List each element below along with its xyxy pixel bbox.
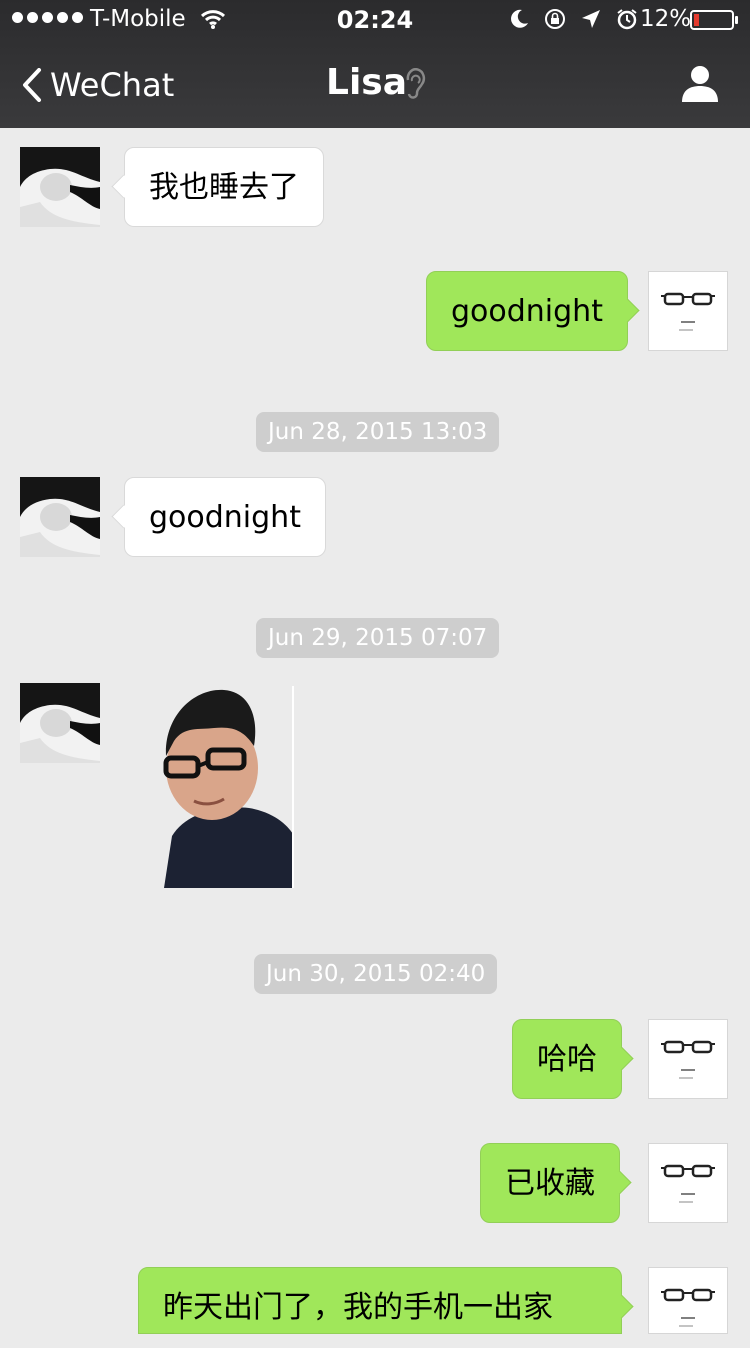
received-message-bubble[interactable]: goodnight — [124, 477, 326, 557]
my-avatar[interactable] — [648, 271, 728, 351]
location-arrow-icon — [582, 10, 600, 28]
contact-avatar[interactable] — [20, 683, 100, 763]
rotation-lock-icon — [545, 9, 565, 29]
battery-percentage: 12% — [640, 6, 692, 32]
my-avatar[interactable] — [648, 1143, 728, 1223]
timestamp-label: Jun 30, 2015 02:40 — [254, 954, 498, 994]
sent-message-bubble[interactable]: goodnight — [426, 271, 628, 351]
received-image-message[interactable] — [124, 686, 294, 888]
my-avatar[interactable] — [648, 1019, 728, 1099]
battery-icon — [690, 10, 738, 30]
contact-profile-button[interactable] — [680, 64, 720, 102]
top-bar: T-Mobile 02:24 12% WeChat Lisa — [0, 0, 750, 128]
contact-avatar[interactable] — [20, 477, 100, 557]
back-label: WeChat — [50, 66, 175, 104]
contact-avatar[interactable] — [20, 147, 100, 227]
back-button[interactable]: WeChat — [22, 66, 174, 104]
chat-title: Lisa — [326, 62, 407, 103]
chevron-left-icon — [23, 68, 41, 102]
timestamp-label: Jun 28, 2015 13:03 — [256, 412, 500, 452]
sent-message-bubble[interactable]: 昨天出门了，我的手机一出家 — [138, 1267, 622, 1334]
alarm-icon — [617, 9, 637, 30]
status-bar: T-Mobile 02:24 12% — [0, 0, 750, 40]
timestamp-label: Jun 29, 2015 07:07 — [256, 618, 500, 658]
ear-icon — [406, 68, 426, 99]
navigation-bar: WeChat Lisa — [0, 48, 750, 120]
received-message-bubble[interactable]: 我也睡去了 — [124, 147, 324, 227]
moon-icon — [511, 9, 528, 28]
sent-message-bubble[interactable]: 哈哈 — [512, 1019, 622, 1099]
my-avatar[interactable] — [648, 1267, 728, 1334]
sent-message-bubble[interactable]: 已收藏 — [480, 1143, 620, 1223]
